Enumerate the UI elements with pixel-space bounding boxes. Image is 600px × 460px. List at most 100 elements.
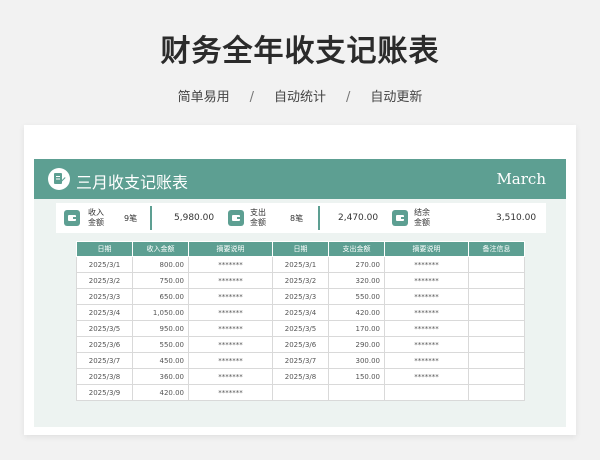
cell-remarks[interactable] [468,256,525,273]
cell-income-note[interactable]: ******* [188,272,273,289]
balance-amount: 3,510.00 [496,213,537,223]
cell-expense-date[interactable]: 2025/3/8 [272,368,329,385]
ledger-icon [48,168,70,190]
cell-income-amount[interactable]: 420.00 [132,384,189,401]
cell-remarks[interactable] [468,304,525,321]
income-label: 收入 金额 [88,208,104,227]
header-remarks: 备注信息 [468,241,525,257]
feature-list: 简单易用 / 自动统计 / 自动更新 [0,86,600,105]
expense-amount: 2,470.00 [338,213,379,223]
table-header-row: 日期 收入金额 摘要说明 日期 支出金额 摘要说明 备注信息 [76,241,525,257]
table-row: 2025/3/7 450.00 ******* 2025/3/7 300.00 *****… [76,352,525,369]
cell-expense-note[interactable]: ******* [384,352,469,369]
cell-income-note[interactable]: ******* [188,256,273,273]
cell-income-date[interactable]: 2025/3/5 [76,320,133,337]
cell-remarks[interactable] [468,320,525,337]
cell-income-note[interactable]: ******* [188,336,273,353]
cell-income-date[interactable]: 2025/3/6 [76,336,133,353]
cell-expense-note[interactable]: ******* [384,336,469,353]
cell-expense-amount[interactable]: 170.00 [328,320,385,337]
cell-expense-date[interactable]: 2025/3/1 [272,256,329,273]
cell-remarks[interactable] [468,272,525,289]
cell-income-date[interactable]: 2025/3/3 [76,288,133,305]
cell-expense-amount[interactable]: 300.00 [328,352,385,369]
banner-title: 三月收支记账表 [76,173,189,192]
cell-income-amount[interactable]: 950.00 [132,320,189,337]
header-expense: 支出金额 [328,241,385,257]
cell-expense-note[interactable]: ******* [384,288,469,305]
cell-income-date[interactable]: 2025/3/9 [76,384,133,401]
summary-divider [150,206,152,230]
cell-expense-date[interactable] [272,384,329,401]
cell-income-amount[interactable]: 450.00 [132,352,189,369]
cell-expense-amount[interactable]: 150.00 [328,368,385,385]
expense-count: 8笔 [290,214,304,223]
header-date: 日期 [76,241,133,257]
cell-expense-note[interactable]: ******* [384,304,469,321]
cell-income-date[interactable]: 2025/3/8 [76,368,133,385]
cell-income-amount[interactable]: 1,050.00 [132,304,189,321]
cell-income-date[interactable]: 2025/3/4 [76,304,133,321]
page-title: 财务全年收支记账表 [160,34,440,69]
cell-income-amount[interactable]: 550.00 [132,336,189,353]
ledger-table: 日期 收入金额 摘要说明 日期 支出金额 摘要说明 备注信息 2025/3/1 8… [76,241,525,401]
cell-income-date[interactable]: 2025/3/1 [76,256,133,273]
income-amount: 5,980.00 [174,213,215,223]
feature-separator: / [249,90,254,105]
cell-remarks[interactable] [468,368,525,385]
cell-expense-date[interactable]: 2025/3/7 [272,352,329,369]
balance-summary: 结余 金额 3,510.00 [386,203,546,233]
cell-income-note[interactable]: ******* [188,384,273,401]
cell-expense-amount[interactable]: 550.00 [328,288,385,305]
wallet-icon [228,210,244,226]
cell-income-amount[interactable]: 650.00 [132,288,189,305]
cell-remarks[interactable] [468,288,525,305]
feature-separator: / [346,90,351,105]
cell-income-date[interactable]: 2025/3/7 [76,352,133,369]
cell-expense-amount[interactable]: 270.00 [328,256,385,273]
cell-income-amount[interactable]: 360.00 [132,368,189,385]
table-row: 2025/3/8 360.00 ******* 2025/3/8 150.00 *****… [76,368,525,385]
table-row: 2025/3/2 750.00 ******* 2025/3/2 320.00 *****… [76,272,525,289]
cell-income-note[interactable]: ******* [188,368,273,385]
balance-label: 结余 金额 [414,208,430,227]
cell-expense-note[interactable]: ******* [384,368,469,385]
cell-income-note[interactable]: ******* [188,304,273,321]
cell-expense-date[interactable]: 2025/3/2 [272,272,329,289]
cell-remarks[interactable] [468,384,525,401]
feature-auto-stats: 自动统计 [273,90,326,105]
cell-remarks[interactable] [468,336,525,353]
expense-summary: 支出 金额 8笔 2,470.00 [222,203,382,233]
cell-expense-note[interactable]: ******* [384,320,469,337]
cell-expense-amount[interactable]: 290.00 [328,336,385,353]
wallet-icon [64,210,80,226]
cell-income-amount[interactable]: 750.00 [132,272,189,289]
cell-expense-amount[interactable]: 320.00 [328,272,385,289]
table-row: 2025/3/6 550.00 ******* 2025/3/6 290.00 *****… [76,336,525,353]
cell-expense-date[interactable]: 2025/3/3 [272,288,329,305]
feature-easy: 简单易用 [177,90,230,105]
cell-expense-note[interactable]: ******* [384,256,469,273]
cell-expense-date[interactable]: 2025/3/6 [272,336,329,353]
cell-income-amount[interactable]: 800.00 [132,256,189,273]
header-expense-note: 摘要说明 [384,241,469,257]
feature-auto-update: 自动更新 [370,90,423,105]
table-row: 2025/3/1 800.00 ******* 2025/3/1 270.00 *****… [76,256,525,273]
header-income: 收入金额 [132,241,189,257]
cell-remarks[interactable] [468,352,525,369]
cell-expense-amount[interactable]: 420.00 [328,304,385,321]
wallet-icon [392,210,408,226]
cell-expense-date[interactable]: 2025/3/5 [272,320,329,337]
cell-expense-date[interactable]: 2025/3/4 [272,304,329,321]
cell-income-note[interactable]: ******* [188,320,273,337]
cell-expense-note[interactable]: ******* [384,272,469,289]
cell-expense-note[interactable] [384,384,469,401]
sheet-preview-card: 三月收支记账表 March 收入 金额 9笔 5,980.00 支出 金额 8笔… [24,125,576,435]
cell-expense-amount[interactable] [328,384,385,401]
table-body: 2025/3/1 800.00 ******* 2025/3/1 270.00 *****… [76,256,525,401]
cell-income-note[interactable]: ******* [188,352,273,369]
cell-income-date[interactable]: 2025/3/2 [76,272,133,289]
cell-income-note[interactable]: ******* [188,288,273,305]
page: 财务全年收支记账表 简单易用 / 自动统计 / 自动更新 三月收支记账表 March [0,0,600,460]
summary-bar: 收入 金额 9笔 5,980.00 支出 金额 8笔 2,470.00 结余 金… [56,203,546,233]
